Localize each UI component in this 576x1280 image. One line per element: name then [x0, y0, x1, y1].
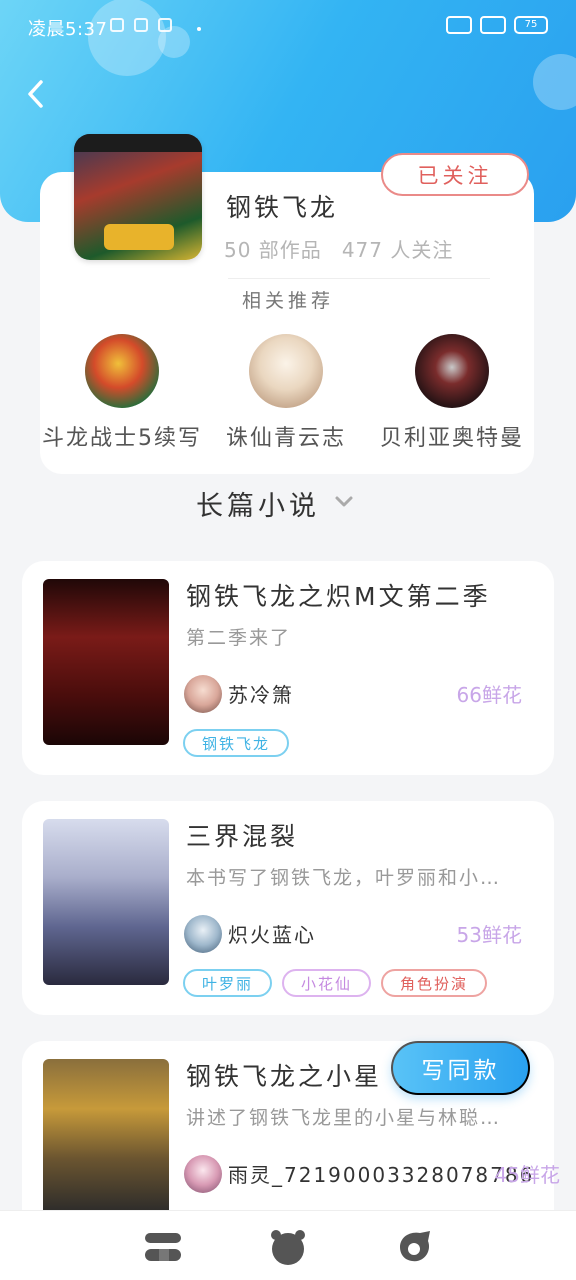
work-title: 三界混裂 — [186, 822, 299, 851]
work-title: 钢铁飞龙之炽M文第二季 — [186, 582, 491, 611]
flower-count: 66鲜花 — [456, 683, 522, 707]
related-avatar[interactable] — [415, 334, 489, 408]
follow-button[interactable]: 已关注 — [381, 153, 529, 196]
section-selector[interactable]: 长篇小说 — [196, 484, 354, 523]
author-name[interactable]: 苏冷箫 — [228, 679, 294, 708]
author-name[interactable]: 炽火蓝心 — [228, 919, 316, 948]
author-avatar[interactable] — [184, 1155, 222, 1193]
author-name[interactable]: 雨灵_72190003328078786 — [228, 1159, 534, 1188]
notification-icon — [110, 18, 124, 32]
work-title: 钢铁飞龙之小星 — [186, 1062, 383, 1091]
write-same-button[interactable]: 写同款 — [391, 1041, 530, 1095]
notification-icon — [158, 18, 172, 32]
chevron-left-icon — [28, 80, 43, 108]
profile-name: 钢铁飞龙 — [226, 193, 339, 222]
work-cover — [43, 1059, 169, 1225]
profile-stats: 50 部作品 477 人关注 — [224, 234, 453, 263]
tag[interactable]: 钢铁飞龙 — [183, 729, 290, 757]
tag-list: 钢铁飞龙 — [183, 729, 290, 757]
page: 凌晨5:37 75 已关注 钢铁飞龙 50 部作品 477 人关注 相关推荐 斗龙… — [0, 0, 576, 1280]
notification-icons — [110, 18, 172, 32]
notification-icon — [134, 18, 148, 32]
discover-icon[interactable] — [266, 1227, 310, 1267]
bottom-nav — [0, 1210, 576, 1280]
works-count: 50 部作品 — [224, 238, 322, 262]
tag[interactable]: 小花仙 — [282, 969, 372, 997]
flower-count: 53鲜花 — [456, 923, 522, 947]
chevron-down-icon — [334, 494, 354, 513]
status-time: 凌晨5:37 — [28, 19, 108, 40]
divider — [228, 278, 490, 279]
home-icon[interactable] — [142, 1227, 186, 1267]
work-card[interactable]: 钢铁飞龙之炽M文第二季 第二季来了 苏冷箫 66鲜花 钢铁飞龙 — [22, 561, 554, 775]
work-cover — [43, 819, 169, 985]
related-title: 相关推荐 — [241, 290, 334, 312]
related-label[interactable]: 贝利亚奥特曼 — [380, 420, 524, 452]
decor-bubble — [533, 54, 576, 110]
followers-count: 477 人关注 — [341, 238, 454, 262]
work-cover — [43, 579, 169, 745]
work-desc: 本书写了钢铁飞龙，叶罗丽和小… — [186, 867, 502, 889]
related-label[interactable]: 斗龙战士5续写 — [42, 420, 202, 452]
status-bar: 凌晨5:37 75 — [0, 0, 576, 56]
section-title: 长篇小说 — [196, 491, 320, 522]
tag[interactable]: 角色扮演 — [381, 969, 488, 997]
tag-list: 叶罗丽 小花仙 角色扮演 — [183, 969, 488, 997]
battery-icon: 75 — [514, 16, 548, 34]
back-button[interactable] — [18, 76, 54, 112]
flower-count: 45鲜花 — [494, 1163, 560, 1187]
work-desc: 第二季来了 — [186, 627, 292, 649]
author-avatar[interactable] — [184, 915, 222, 953]
wifi-icon — [480, 16, 506, 34]
author-cover-image — [74, 134, 202, 260]
work-card[interactable]: 三界混裂 本书写了钢铁飞龙，叶罗丽和小… 炽火蓝心 53鲜花 叶罗丽 小花仙 角… — [22, 801, 554, 1015]
related-avatar[interactable] — [249, 334, 323, 408]
status-dot — [197, 27, 201, 31]
related-avatar[interactable] — [85, 334, 159, 408]
work-desc: 讲述了钢铁飞龙里的小星与林聪… — [186, 1107, 502, 1129]
related-label[interactable]: 诛仙青云志 — [226, 420, 346, 452]
profile-icon[interactable] — [394, 1227, 438, 1267]
author-avatar[interactable] — [184, 675, 222, 713]
status-right: 75 — [446, 16, 548, 34]
signal-icon — [446, 16, 472, 34]
tag[interactable]: 叶罗丽 — [183, 969, 273, 997]
